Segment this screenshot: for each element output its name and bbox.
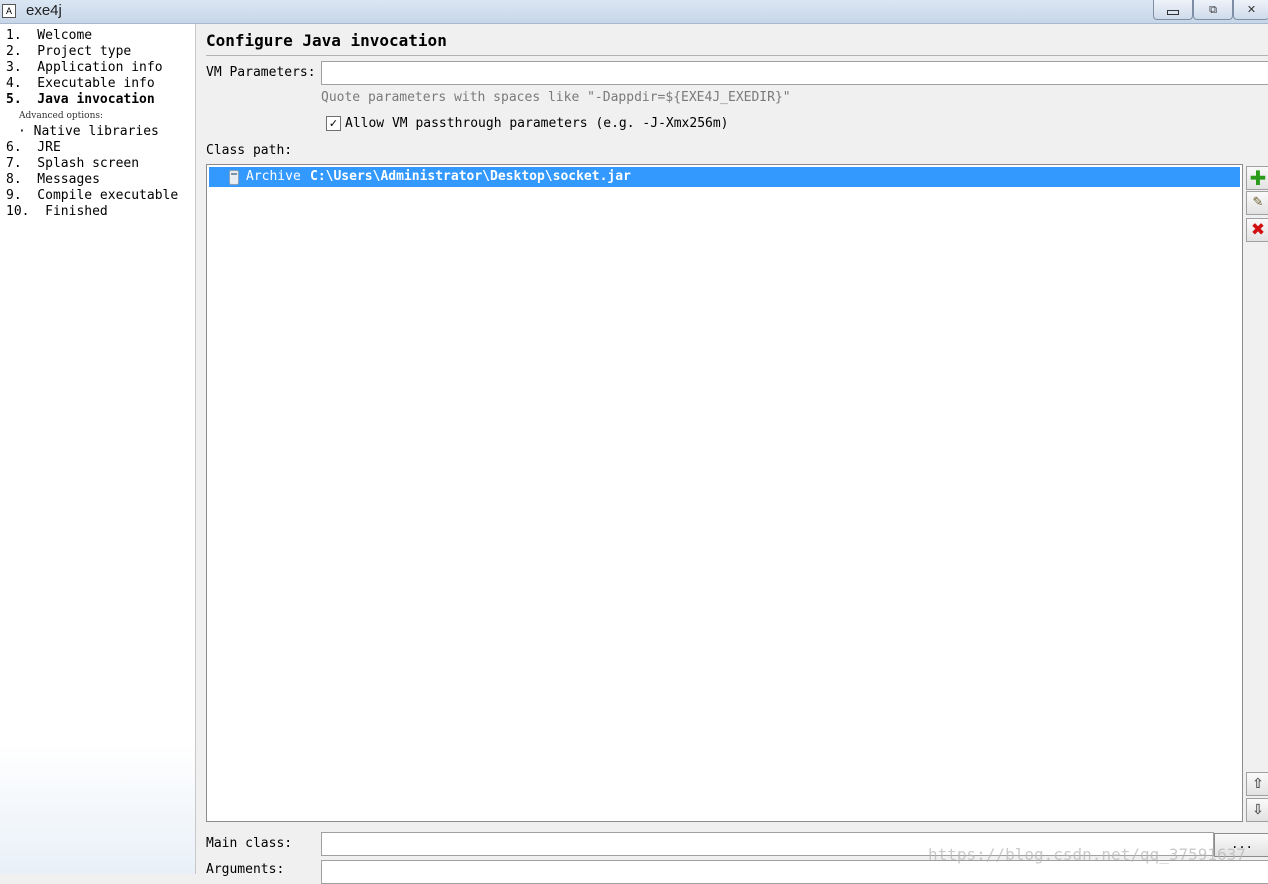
- main-class-label: Main class:: [206, 836, 293, 851]
- close-button[interactable]: ✕: [1233, 0, 1268, 20]
- vm-passthrough-label[interactable]: Allow VM passthrough parameters (e.g. -J…: [345, 116, 729, 131]
- watermark: https://blog.csdn.net/qq_37591637: [928, 845, 1246, 864]
- step-executable-info[interactable]: 4. Executable info: [6, 76, 155, 92]
- maximize-button[interactable]: ⧉: [1193, 0, 1233, 20]
- step-jre[interactable]: 6. JRE: [6, 140, 61, 156]
- title-divider: [206, 55, 1268, 56]
- step-welcome[interactable]: 1. Welcome: [6, 28, 92, 44]
- class-path-list[interactable]: Archive C:\Users\Administrator\Desktop\s…: [206, 164, 1243, 822]
- class-path-entry-path: C:\Users\Administrator\Desktop\socket.ja…: [310, 169, 631, 184]
- add-icon: ✚: [1249, 166, 1267, 190]
- wizard-steps-sidebar: 1. Welcome 2. Project type 3. Applicatio…: [0, 24, 196, 874]
- vm-parameters-label: VM Parameters:: [206, 65, 316, 80]
- step-java-invocation[interactable]: 5. Java invocation: [6, 92, 155, 108]
- arrow-down-icon: ⇩: [1252, 802, 1264, 818]
- vm-parameters-hint: Quote parameters with spaces like "-Dapp…: [321, 90, 791, 105]
- add-classpath-button[interactable]: ✚: [1246, 166, 1268, 190]
- remove-classpath-button[interactable]: ✖: [1246, 218, 1268, 242]
- edit-classpath-button[interactable]: ✎: [1246, 191, 1268, 215]
- remove-icon: ✖: [1250, 220, 1266, 240]
- step-project-type[interactable]: 2. Project type: [6, 44, 131, 60]
- class-path-label: Class path:: [206, 143, 293, 158]
- move-down-button[interactable]: ⇩: [1246, 798, 1268, 822]
- step-splash-screen[interactable]: 7. Splash screen: [6, 156, 139, 172]
- arguments-label: Arguments:: [206, 862, 285, 877]
- step-compile-executable[interactable]: 9. Compile executable: [6, 188, 178, 204]
- page-title: Configure Java invocation: [206, 31, 447, 50]
- app-icon: A: [2, 4, 16, 18]
- edit-icon: ✎: [1252, 195, 1264, 210]
- jar-archive-icon: [229, 170, 239, 185]
- step-messages[interactable]: 8. Messages: [6, 172, 100, 188]
- minimize-icon: [1167, 10, 1179, 15]
- arrow-up-icon: ⇧: [1252, 776, 1264, 792]
- step-application-info[interactable]: 3. Application info: [6, 60, 163, 76]
- step-native-libraries[interactable]: · Native libraries: [18, 124, 159, 140]
- move-up-button[interactable]: ⇧: [1246, 772, 1268, 796]
- vm-passthrough-checkbox[interactable]: ✓: [326, 116, 341, 131]
- advanced-options-label: Advanced options:: [19, 111, 104, 121]
- class-path-entry[interactable]: Archive C:\Users\Administrator\Desktop\s…: [209, 167, 1240, 187]
- vm-parameters-field[interactable]: [321, 61, 1268, 85]
- window-title: exe4j: [26, 2, 62, 19]
- class-path-entry-type: Archive: [246, 169, 301, 184]
- minimize-button[interactable]: [1153, 0, 1193, 20]
- step-finished[interactable]: 10. Finished: [6, 204, 108, 220]
- title-bar: A exe4j ⧉ ✕: [0, 0, 1268, 24]
